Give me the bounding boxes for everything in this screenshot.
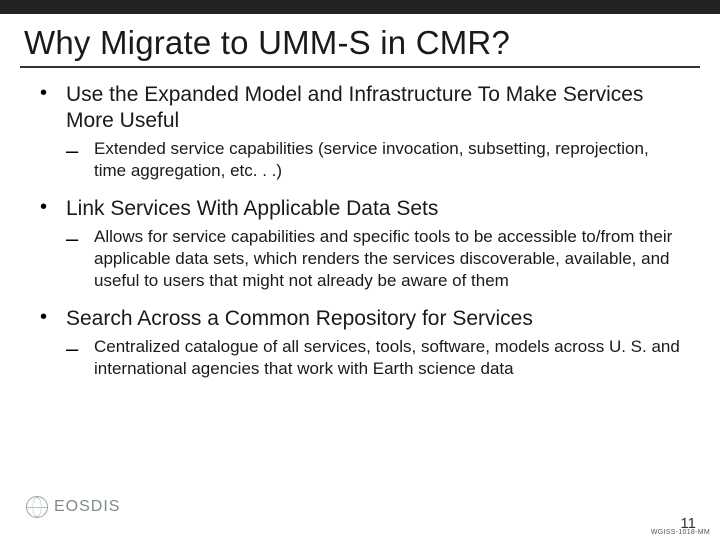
slide: Why Migrate to UMM-S in CMR? • Use the E…: [0, 0, 720, 540]
footer-code: WGISS-1018-MM: [651, 529, 710, 536]
dash-icon: –: [66, 336, 94, 380]
bullet-dot-icon: •: [40, 82, 66, 134]
bullet-item: • Search Across a Common Repository for …: [40, 306, 680, 332]
dash-icon: –: [66, 226, 94, 292]
dash-icon: –: [66, 138, 94, 182]
sub-bullet-item: – Allows for service capabilities and sp…: [66, 226, 680, 292]
bullet-text: Link Services With Applicable Data Sets: [66, 196, 438, 222]
bullet-dot-icon: •: [40, 196, 66, 222]
logo-text: EOSDIS: [54, 498, 120, 516]
sub-bullet-text: Allows for service capabilities and spec…: [94, 226, 680, 292]
sub-bullet-item: – Centralized catalogue of all services,…: [66, 336, 680, 380]
slide-title: Why Migrate to UMM-S in CMR?: [24, 24, 696, 62]
content-area: • Use the Expanded Model and Infrastruct…: [40, 82, 680, 380]
bullet-text: Use the Expanded Model and Infrastructur…: [66, 82, 680, 134]
globe-icon: [26, 496, 48, 518]
logo: EOSDIS: [26, 496, 120, 518]
bullet-item: • Use the Expanded Model and Infrastruct…: [40, 82, 680, 134]
bullet-dot-icon: •: [40, 306, 66, 332]
sub-bullet-text: Extended service capabilities (service i…: [94, 138, 680, 182]
sub-bullet-text: Centralized catalogue of all services, t…: [94, 336, 680, 380]
bullet-text: Search Across a Common Repository for Se…: [66, 306, 533, 332]
bullet-item: • Link Services With Applicable Data Set…: [40, 196, 680, 222]
title-divider: [20, 66, 700, 68]
sub-bullet-item: – Extended service capabilities (service…: [66, 138, 680, 182]
top-bar: [0, 0, 720, 14]
